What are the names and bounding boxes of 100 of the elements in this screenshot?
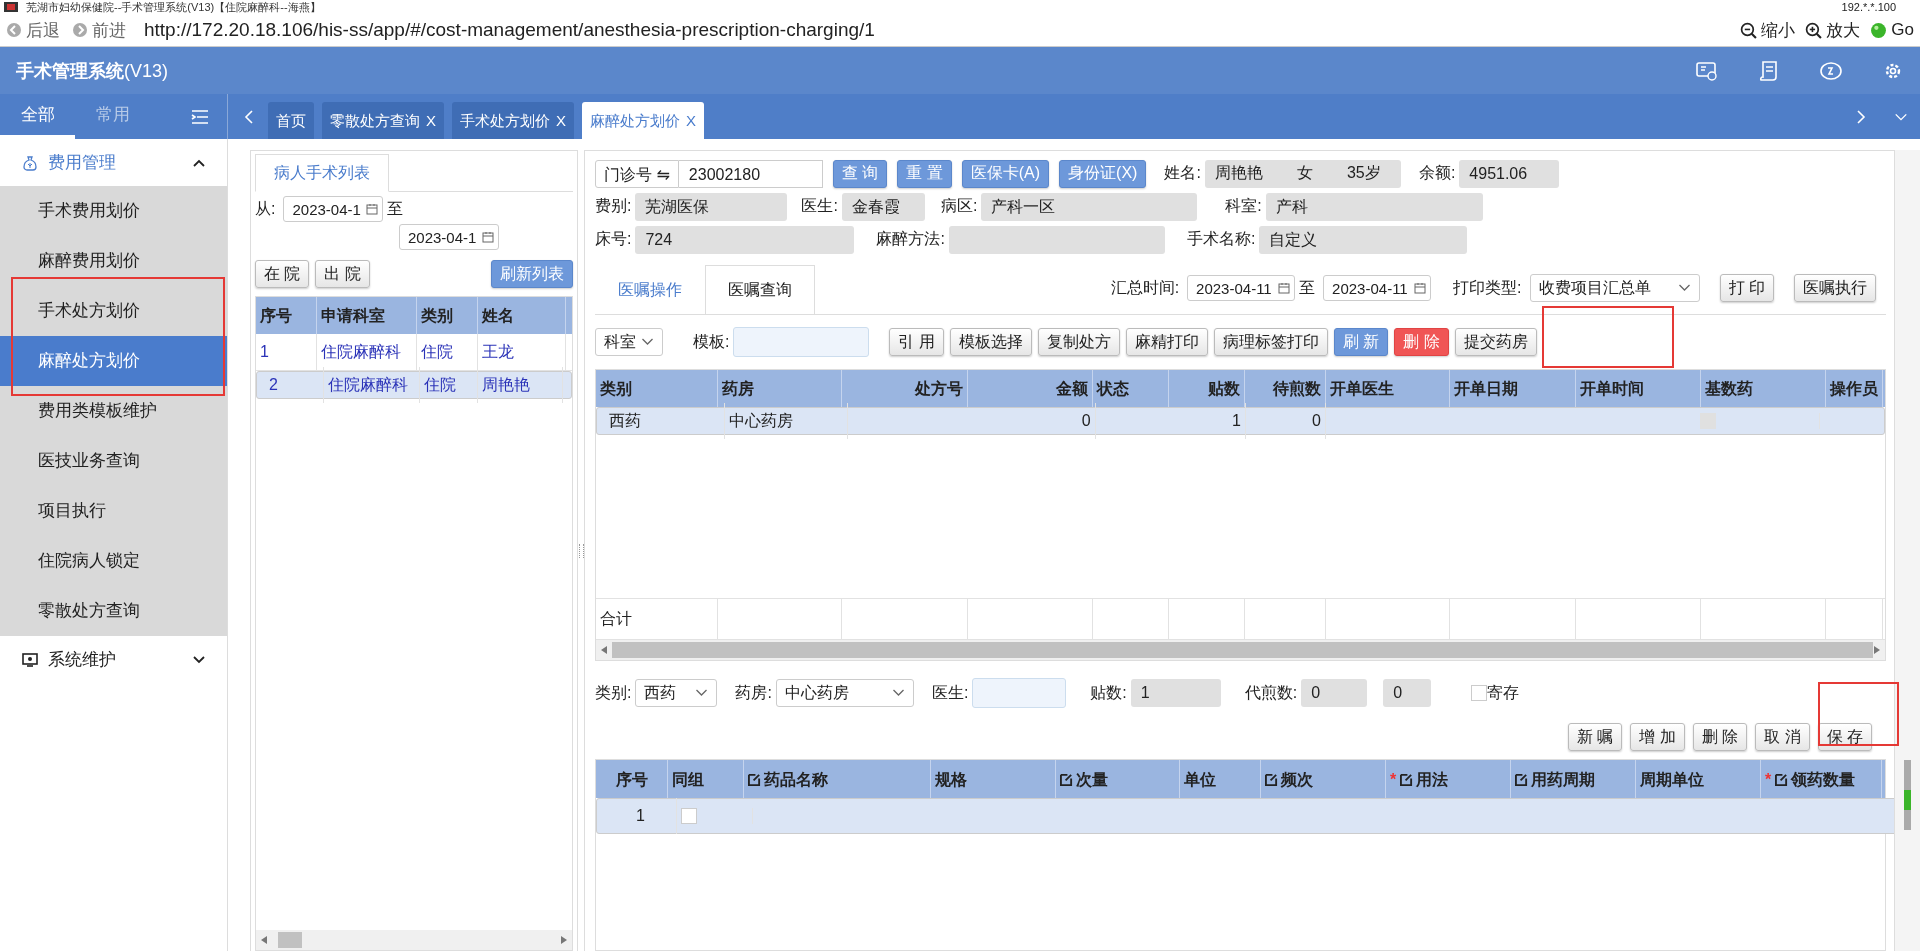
page-tab[interactable]: 首页 xyxy=(268,102,314,139)
horizontal-scrollbar[interactable] xyxy=(596,640,1885,660)
table-row[interactable]: 1 xyxy=(596,798,1894,834)
decoct-field: 0 xyxy=(1383,679,1432,707)
zoom-in-icon[interactable] xyxy=(1805,21,1823,39)
scrollbar-thumb[interactable] xyxy=(612,642,1873,658)
calendar-icon[interactable] xyxy=(1278,282,1291,294)
pharmacy-dropdown[interactable]: 中心药房 xyxy=(775,679,914,707)
info-field: 724 xyxy=(635,225,855,254)
menu-item[interactable]: 医技业务查询 xyxy=(0,436,227,486)
dropdown-caret-icon xyxy=(641,338,654,346)
forward-icon[interactable] xyxy=(72,22,88,38)
menu-item[interactable]: 麻醉费用划价 xyxy=(0,236,227,286)
scrollbar-thumb[interactable] xyxy=(278,932,302,948)
zoom-out-icon[interactable] xyxy=(1740,21,1758,39)
edit-icon xyxy=(1775,772,1789,786)
print-button[interactable]: 医嘱执行 xyxy=(1794,274,1876,302)
menu-group-header[interactable]: 费用管理 xyxy=(0,139,227,186)
date-field[interactable]: 2023-04-11 xyxy=(1323,275,1432,301)
document-icon[interactable] xyxy=(1758,60,1780,81)
field-label: 手术名称: xyxy=(1186,229,1256,249)
scroll-left-arrow-icon[interactable] xyxy=(600,645,608,655)
zoom-out-button[interactable]: 缩小 xyxy=(1761,18,1796,42)
menu-item[interactable]: 麻醉处方划价 xyxy=(0,336,227,386)
order-tab[interactable]: 医嘱查询 xyxy=(705,265,815,314)
back-icon[interactable] xyxy=(6,22,22,38)
filter-button[interactable]: 出 院 xyxy=(315,260,370,288)
menu-item[interactable]: 费用类模板维护 xyxy=(0,386,227,436)
field-label: 病区: xyxy=(940,196,978,216)
menu-item[interactable]: 住院病人锁定 xyxy=(0,536,227,586)
back-button[interactable]: 后退 xyxy=(26,18,60,42)
badge-icon[interactable] xyxy=(1820,60,1842,81)
horizontal-scrollbar[interactable] xyxy=(256,930,572,950)
column-header: 申请科室 xyxy=(317,297,417,334)
field-label: 床号: xyxy=(595,229,632,249)
scroll-left-icon[interactable] xyxy=(242,109,256,125)
id-type-selector[interactable]: 门诊号 ⇋ xyxy=(595,159,679,188)
scroll-left-arrow-icon[interactable] xyxy=(260,935,268,945)
date-field[interactable]: 2023-04-1 xyxy=(399,224,499,250)
calendar-icon[interactable] xyxy=(366,203,379,215)
zoom-in-button[interactable]: 放大 xyxy=(1826,18,1861,42)
patient-age: 35岁 xyxy=(1346,163,1381,183)
print-type-dropdown[interactable]: 收费项目汇总单 xyxy=(1529,274,1700,302)
action-button[interactable]: 新 嘱 xyxy=(1567,723,1623,751)
toolbar-button[interactable]: 复制处方 xyxy=(1037,328,1120,356)
print-button[interactable]: 打 印 xyxy=(1719,274,1774,302)
date-field[interactable]: 2023-04-1 xyxy=(283,196,384,222)
collapse-icon xyxy=(193,158,205,167)
collapse-menu-icon[interactable] xyxy=(191,109,209,124)
template-field[interactable] xyxy=(733,327,870,357)
doctor-field[interactable] xyxy=(972,678,1067,708)
menu-item[interactable]: 项目执行 xyxy=(0,486,227,536)
panel-tab[interactable]: 病人手术列表 xyxy=(255,154,389,192)
window-title: 芜湖市妇幼保健院--手术管理系统(V13)【住院麻醉科--海燕】 xyxy=(26,1,321,13)
toolbar-button[interactable]: 提交药房 xyxy=(1454,328,1537,356)
menu-item[interactable]: 手术费用划价 xyxy=(0,186,227,236)
table-cell: 住院麻醉科 xyxy=(317,334,417,370)
info-field: 芜湖医保 xyxy=(635,192,788,221)
url-field[interactable]: http://172.20.18.106/his-ss/app/#/cost-management/anesthesia-prescription-charging/1 xyxy=(144,19,875,41)
doses-label: 贴数: xyxy=(1090,682,1127,703)
action-button[interactable]: 保 存 xyxy=(1817,723,1872,751)
checkbox[interactable] xyxy=(681,808,697,824)
toolbar-button[interactable]: 病理标签打印 xyxy=(1213,328,1328,356)
id-input[interactable]: 23002180 xyxy=(678,159,823,188)
toolbar-button[interactable]: 麻精打印 xyxy=(1125,328,1208,356)
card-view-icon[interactable] xyxy=(1696,60,1718,81)
toolbar-button[interactable]: 引 用 xyxy=(889,328,944,356)
table-cell: 1 xyxy=(256,334,317,370)
vertical-scrollbar[interactable] xyxy=(1895,150,1920,951)
checkbox[interactable] xyxy=(1471,685,1488,701)
go-button[interactable]: Go xyxy=(1891,20,1914,40)
page-tab[interactable]: 麻醉处方划价 X xyxy=(582,102,705,139)
scroll-right-arrow-icon[interactable] xyxy=(560,935,568,945)
menu-item[interactable]: 手术处方划价 xyxy=(0,286,227,336)
table-cell: 1 xyxy=(1170,403,1246,439)
action-button[interactable]: 删 除 xyxy=(1692,723,1748,751)
forward-button[interactable]: 前进 xyxy=(92,18,126,42)
dept-dropdown[interactable]: 科室 xyxy=(595,328,663,356)
category-dropdown[interactable]: 西药 xyxy=(635,679,718,707)
go-icon[interactable] xyxy=(1870,21,1888,39)
action-button[interactable]: 增 加 xyxy=(1630,723,1685,751)
filter-button[interactable]: 在 院 xyxy=(255,260,310,288)
action-button[interactable]: 取 消 xyxy=(1755,723,1810,751)
scroll-right-icon[interactable] xyxy=(1854,109,1868,125)
menu-item[interactable]: 零散处方查询 xyxy=(0,586,227,636)
table-cell: 住院麻醉科 xyxy=(323,367,420,403)
date-field[interactable]: 2023-04-11 xyxy=(1187,275,1296,301)
calendar-icon[interactable] xyxy=(482,231,494,243)
from-label: 从: xyxy=(255,198,276,219)
page-tab[interactable]: 零散处方查询 X xyxy=(322,102,444,139)
toolbar-button[interactable]: 模板选择 xyxy=(949,328,1032,356)
menu-group-header[interactable]: 系统维护 xyxy=(0,636,227,683)
table-cell: 1 xyxy=(605,798,677,834)
edit-icon xyxy=(1060,772,1073,786)
calendar-icon[interactable] xyxy=(1414,282,1427,294)
splitter-handle[interactable] xyxy=(578,543,584,558)
pharmacy-label: 药房: xyxy=(735,682,772,703)
scroll-right-arrow-icon[interactable] xyxy=(1873,645,1881,655)
table-cell: 中心药房 xyxy=(725,403,848,439)
page-tab[interactable]: 手术处方划价 X xyxy=(452,102,575,139)
